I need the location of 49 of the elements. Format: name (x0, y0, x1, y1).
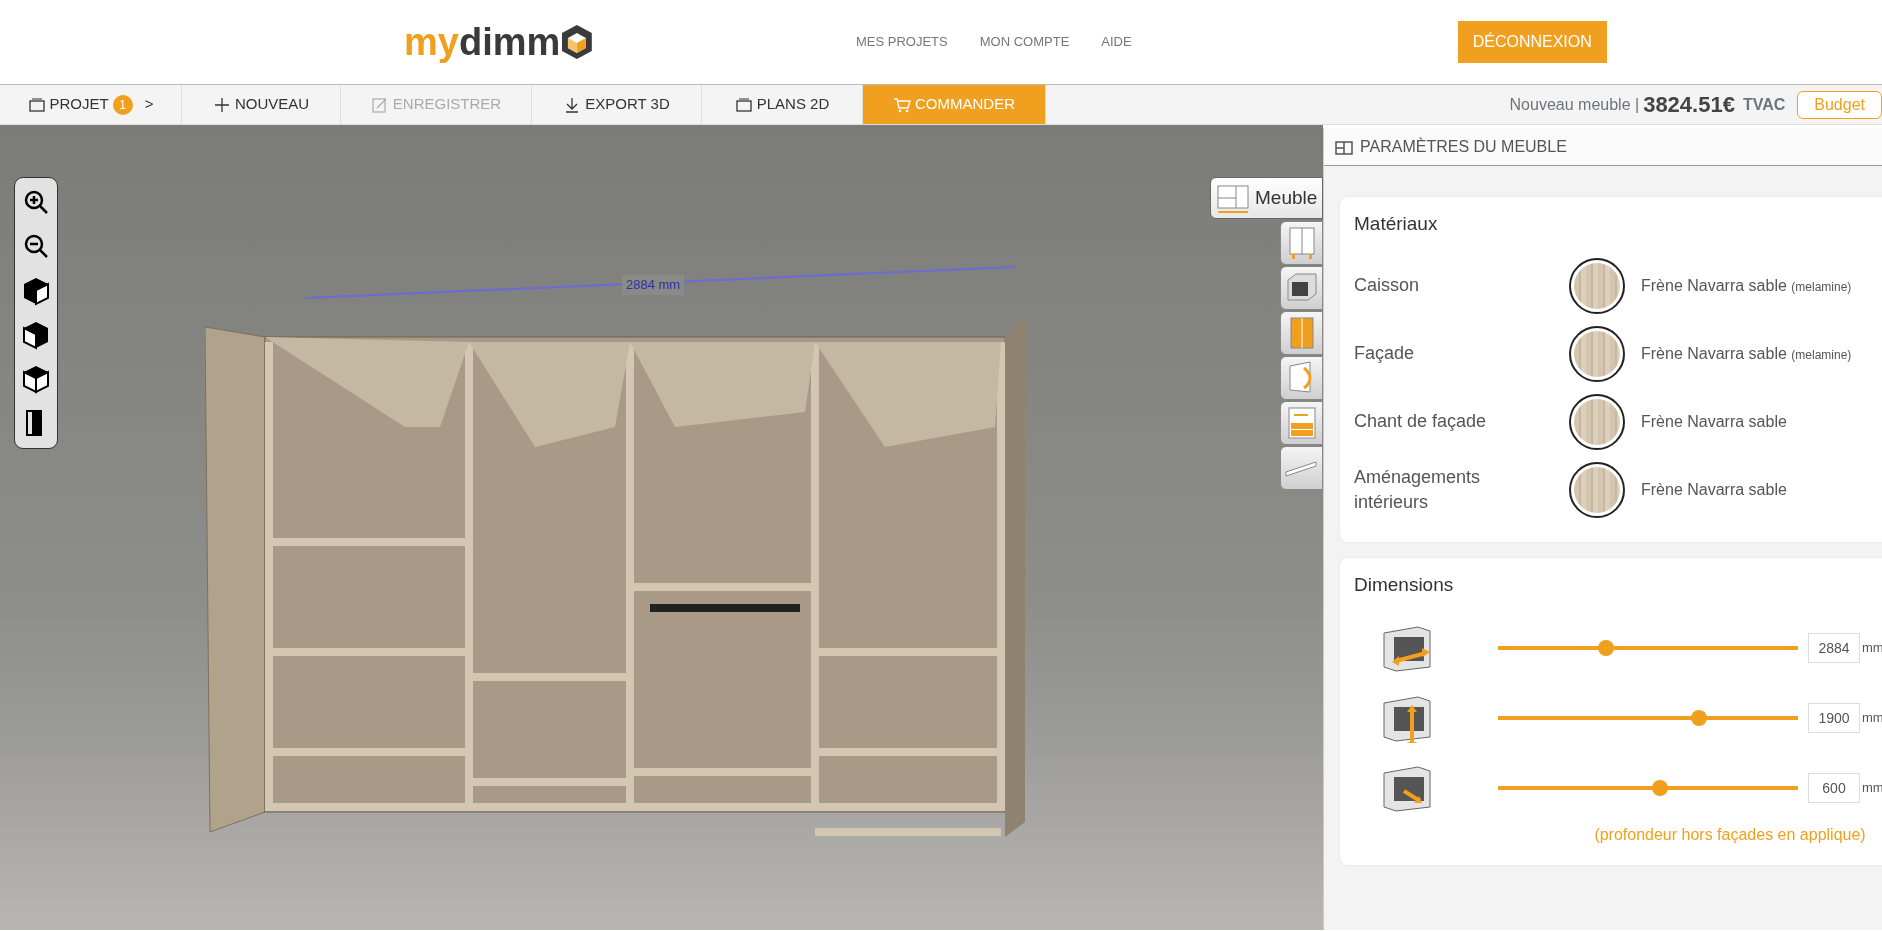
logo-text: dimm (458, 19, 561, 65)
cart-icon (893, 95, 911, 114)
unit-label: mm (1862, 708, 1882, 727)
side-tab[interactable]: Meuble (1210, 177, 1323, 219)
depth-note: (profondeur hors façades en applique) (1593, 824, 1867, 845)
cube-icon (22, 364, 50, 394)
nav-link[interactable]: MES PROJETS (856, 32, 948, 52)
panel-title: PARAMÈTRES DU MEUBLE (1360, 136, 1567, 157)
pencil-icon (370, 95, 389, 114)
toolbar-tab[interactable]: EXPORT 3D (532, 85, 702, 124)
folder-icon (27, 95, 46, 114)
unit-label: mm (1862, 638, 1882, 657)
material-label: Chant de façade (1354, 410, 1488, 434)
slider-thumb[interactable] (1691, 709, 1707, 726)
cube-icon (22, 276, 50, 306)
material-label: Caisson (1354, 274, 1421, 298)
material-swatch[interactable] (1569, 393, 1625, 450)
dimension-input[interactable]: 1900 (1808, 702, 1860, 733)
plus-icon (212, 95, 231, 114)
folder-icon (734, 95, 753, 114)
furniture-name: Nouveau meuble | (1509, 94, 1640, 115)
chevron-icon: > (144, 93, 154, 116)
nav-link[interactable]: AIDE (1101, 32, 1132, 52)
dimension-input[interactable]: 2884 (1808, 632, 1860, 663)
price: 3824.51€ (1643, 91, 1735, 119)
unit-label: mm (1862, 778, 1882, 797)
material-name: Frène Navarra sable (1641, 411, 1787, 432)
section-title: Dimensions (1354, 573, 1455, 597)
material-swatch[interactable] (1569, 461, 1625, 518)
material-label: Aménagements intérieurs (1354, 465, 1482, 514)
tax-label: TVAC (1742, 94, 1786, 115)
dimension-label: 2884 mm (622, 275, 685, 295)
logo-text: my (404, 19, 459, 65)
side-tab[interactable] (1280, 266, 1323, 310)
material-label: Façade (1354, 342, 1416, 366)
section-title: Matériaux (1354, 213, 1439, 236)
nav-link[interactable]: MON COMPTE (979, 32, 1070, 52)
slider-thumb[interactable] (1652, 779, 1668, 796)
toolbar-tab[interactable]: PROJET 1 > (0, 85, 182, 124)
slider-thumb[interactable] (1598, 639, 1614, 656)
toolbar-tab[interactable]: NOUVEAU (182, 85, 341, 124)
count-badge: 1 (112, 94, 133, 115)
cube-icon (22, 320, 50, 350)
dimension-input[interactable]: 600 (1808, 772, 1860, 803)
material-swatch[interactable] (1569, 257, 1625, 314)
material-name: Frène Navarra sable (1641, 479, 1787, 500)
material-name: Frène Navarra sable (melamine) (1641, 343, 1852, 364)
material-name: Frène Navarra sable (melamine) (1641, 275, 1852, 296)
material-swatch[interactable] (1569, 325, 1625, 382)
